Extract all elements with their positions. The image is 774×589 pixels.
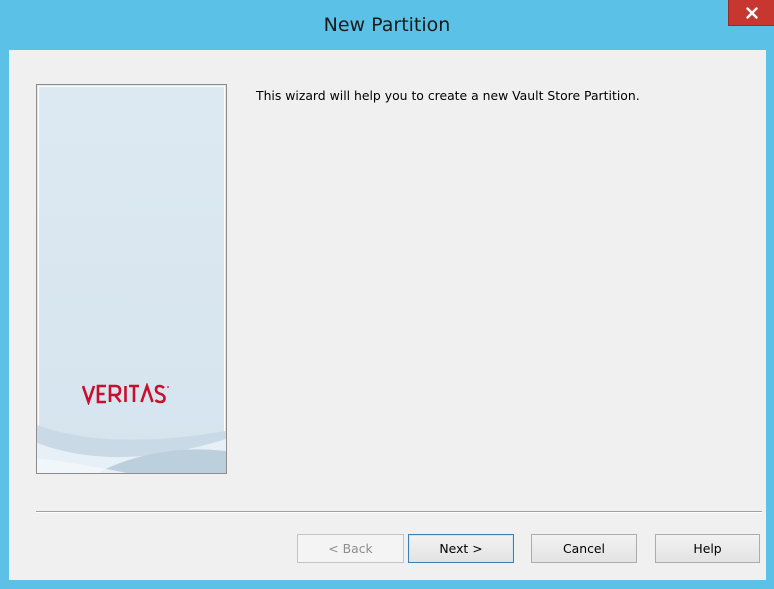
button-separator <box>36 511 762 513</box>
next-button[interactable]: Next > <box>408 534 514 563</box>
close-button[interactable] <box>728 0 774 26</box>
wizard-body: This wizard will help you to create a ne… <box>9 50 766 580</box>
help-button[interactable]: Help <box>655 534 760 563</box>
back-button[interactable]: < Back <box>297 534 404 563</box>
wizard-side-panel <box>36 84 227 474</box>
veritas-logo-mark <box>81 383 169 405</box>
cancel-button[interactable]: Cancel <box>531 534 637 563</box>
decorative-waves <box>37 425 226 473</box>
title-bar[interactable]: New Partition <box>0 0 774 50</box>
close-icon <box>746 7 758 19</box>
wizard-intro-text: This wizard will help you to create a ne… <box>256 88 640 103</box>
wizard-window: New Partition This wizard will help you … <box>0 0 774 589</box>
window-title: New Partition <box>323 14 451 36</box>
